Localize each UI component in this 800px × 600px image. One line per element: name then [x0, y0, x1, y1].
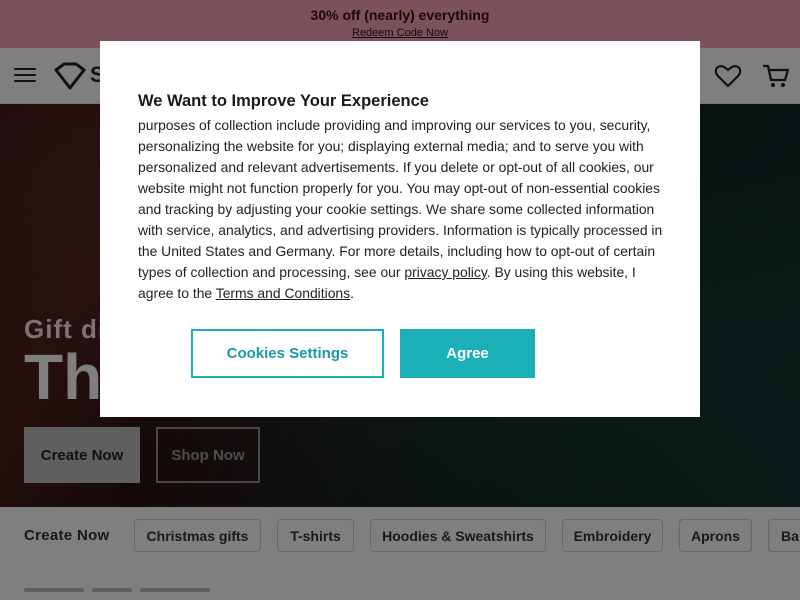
cookie-consent-dialog: We Want to Improve Your Experience purpo…	[100, 41, 700, 417]
cookies-settings-button[interactable]: Cookies Settings	[191, 329, 384, 378]
terms-link[interactable]: Terms and Conditions	[216, 285, 350, 301]
cookie-text-part3: .	[350, 285, 354, 301]
cookie-dialog-text: purposes of collection include providing…	[138, 115, 664, 304]
agree-button[interactable]: Agree	[400, 329, 535, 378]
cookie-text-part1: purposes of collection include providing…	[138, 117, 663, 280]
privacy-policy-link[interactable]: privacy policy	[404, 264, 486, 280]
cookie-dialog-title: We Want to Improve Your Experience	[138, 92, 429, 110]
